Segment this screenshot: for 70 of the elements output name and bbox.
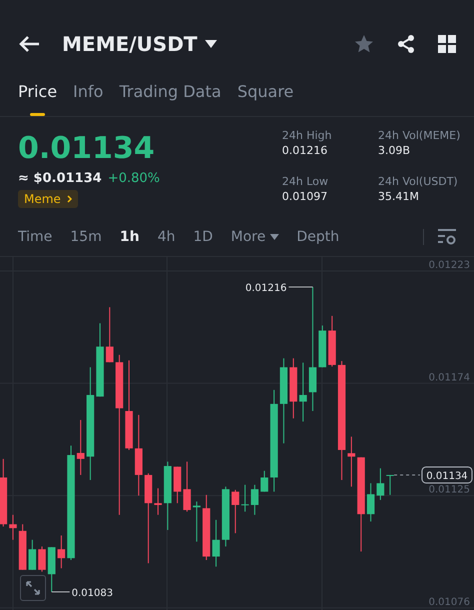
caret-icon [270, 234, 279, 240]
stat-value: 0.01216 [282, 144, 328, 157]
leader-line [288, 286, 314, 288]
interval-tab[interactable]: 15m [70, 229, 102, 245]
interval-tab[interactable]: 1h [120, 229, 140, 245]
candle [9, 514, 17, 540]
tab[interactable]: Info [73, 78, 104, 116]
interval-tab[interactable]: 1D [193, 229, 213, 245]
candle [366, 482, 375, 522]
interval-tab[interactable]: Depth [296, 229, 340, 245]
candle [192, 501, 200, 542]
axis-tick: 0.01125 [428, 484, 470, 496]
candle [154, 488, 162, 516]
candle [28, 539, 36, 570]
candle [328, 315, 336, 368]
axis-tick: 0.01076 [428, 596, 470, 608]
candle [318, 325, 326, 368]
candle [212, 519, 220, 568]
caret-icon[interactable] [205, 40, 218, 48]
stat-value: 0.01097 [282, 190, 328, 202]
pair-title[interactable]: MEME/USDT [62, 32, 198, 56]
interval-tab[interactable]: 4h [157, 229, 176, 245]
stat-label: 24h Vol(USDT) [378, 174, 456, 188]
share-icon[interactable] [396, 34, 416, 54]
low-marker: 0.01083 [72, 588, 113, 599]
back-icon[interactable] [18, 35, 40, 53]
candle [48, 546, 56, 592]
candle [183, 461, 191, 512]
candle [376, 468, 384, 500]
candle [222, 486, 230, 547]
tab[interactable]: Square [237, 78, 294, 116]
axis-tick: 0.01174 [428, 372, 470, 384]
last-price: 0.01134 [18, 130, 156, 168]
candle [241, 484, 249, 512]
candle [38, 546, 46, 572]
star-icon[interactable] [354, 34, 374, 54]
tab[interactable]: Trading Data [119, 78, 222, 116]
price-change: +0.80% [108, 171, 160, 186]
category-tag[interactable]: Meme [18, 190, 78, 208]
stat-label: 24h Low [282, 174, 330, 188]
candle [164, 461, 172, 530]
stat-value: 3.09B [378, 144, 412, 157]
leader-line [51, 591, 70, 592]
candle [290, 358, 298, 419]
candle [299, 362, 307, 422]
candle [58, 534, 66, 569]
current-price-label: 0.01134 [422, 466, 472, 484]
chart-settings-icon[interactable] [438, 229, 456, 245]
candle [18, 524, 26, 570]
candle [174, 466, 182, 504]
candle [250, 484, 259, 516]
chevron-icon [66, 195, 72, 203]
interval-tab[interactable]: Time [18, 229, 52, 245]
candle [76, 419, 84, 476]
candle [106, 306, 114, 363]
grid-icon[interactable] [438, 35, 456, 53]
expand-icon[interactable] [20, 575, 46, 601]
stat-label: 24h High [282, 129, 333, 142]
stat-value: 35.41M [378, 190, 420, 202]
candle [260, 470, 268, 492]
candle [386, 474, 394, 496]
usd-price: ≈ $0.01134 [18, 171, 102, 186]
tab[interactable]: Price [18, 78, 58, 116]
candle [202, 494, 210, 560]
high-marker: 0.01216 [245, 283, 287, 294]
axis-tick: 0.01223 [428, 260, 470, 271]
more-dropdown[interactable]: More [230, 229, 279, 245]
candle [232, 489, 240, 534]
candle [0, 458, 8, 528]
candle [348, 436, 356, 488]
